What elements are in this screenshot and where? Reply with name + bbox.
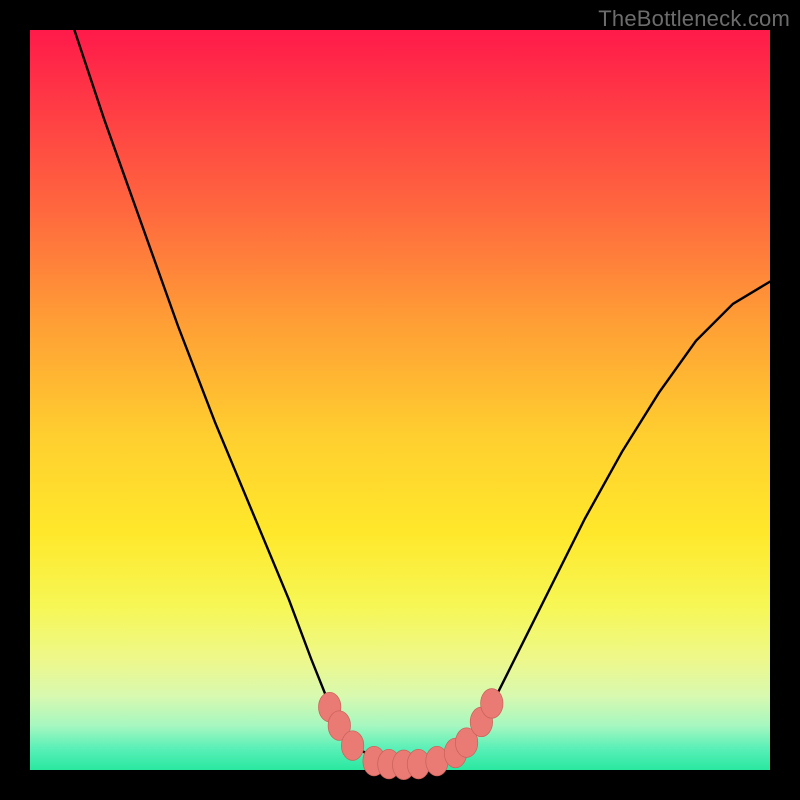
chart-frame: TheBottleneck.com [0,0,800,800]
curve-markers [319,689,503,780]
curve-marker [481,689,503,719]
watermark: TheBottleneck.com [598,6,790,32]
bottleneck-curve [74,30,770,765]
curve-marker [341,731,363,761]
bottleneck-curve-svg [30,30,770,770]
plot-area [30,30,770,770]
